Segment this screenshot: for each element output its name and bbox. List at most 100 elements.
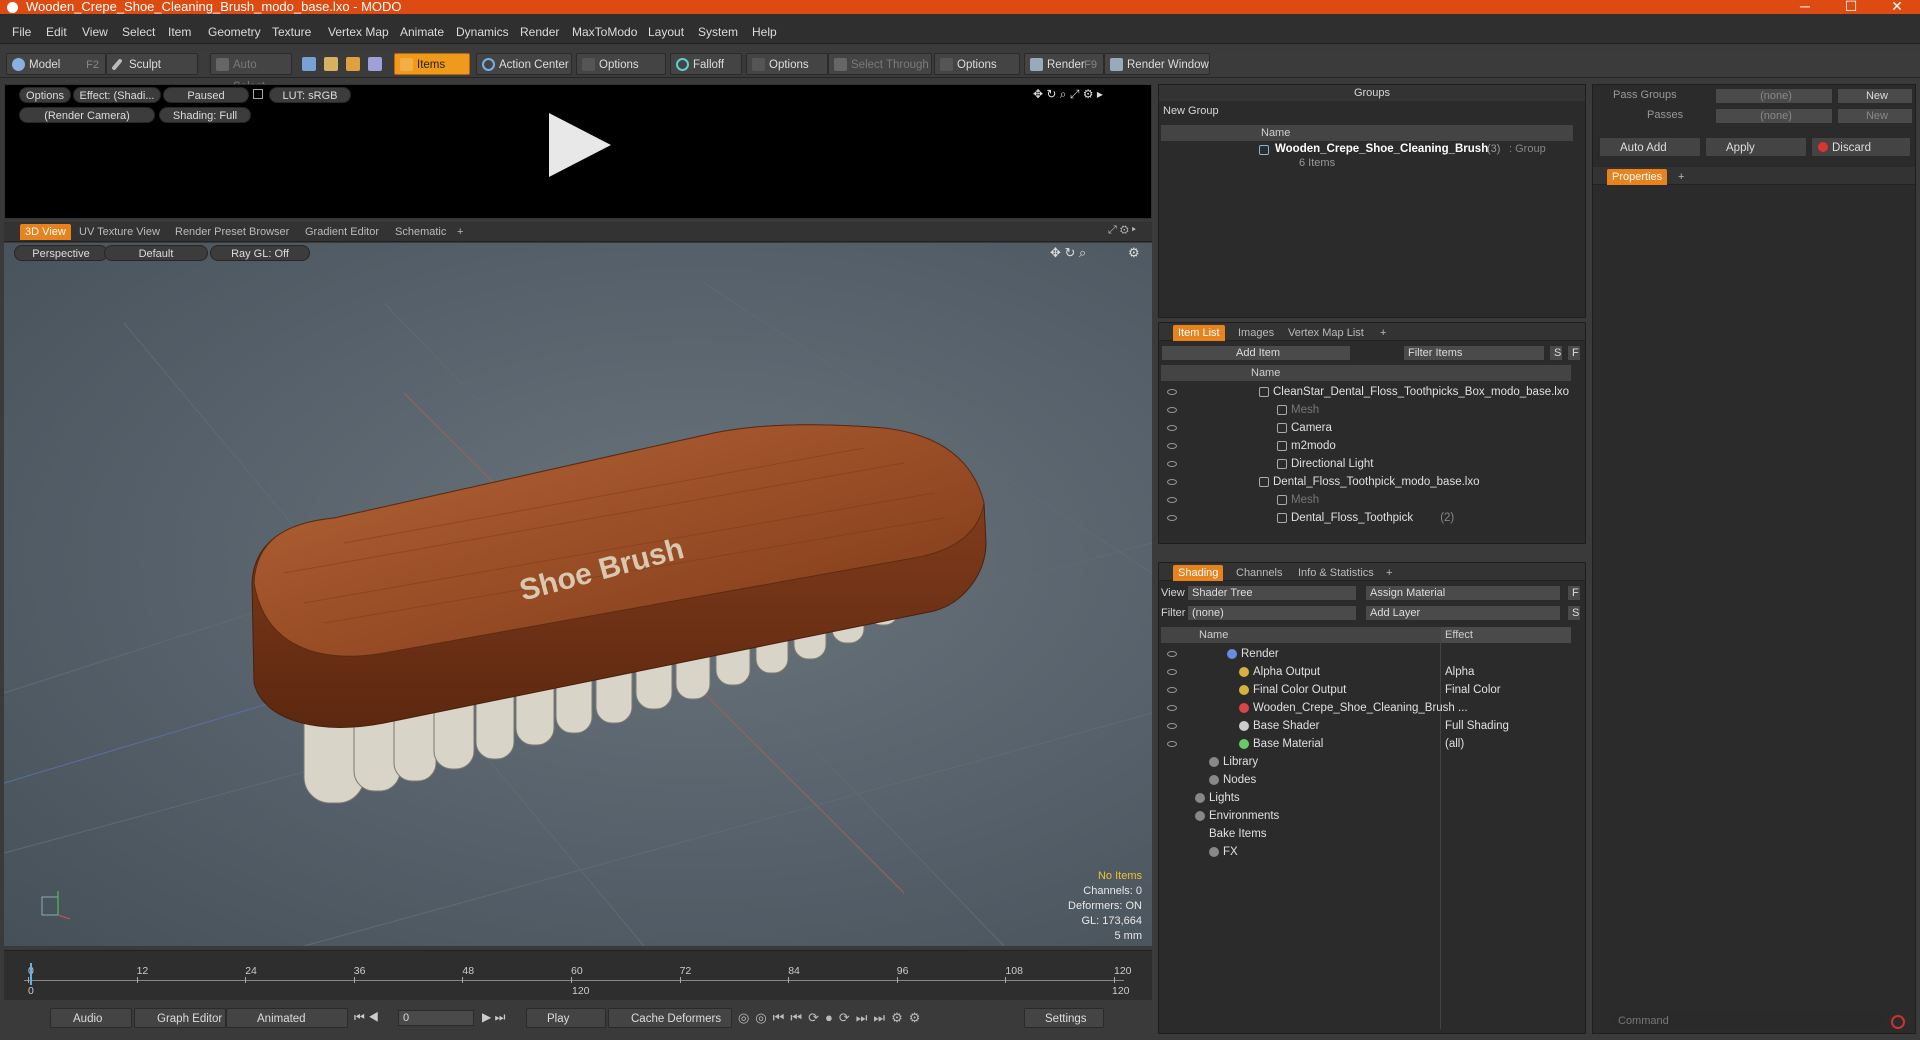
group-row[interactable]: Wooden_Crepe_Shoe_Cleaning_Brush (3) : G… — [1259, 143, 1569, 173]
passes-dropdown[interactable]: (none) — [1715, 108, 1833, 124]
preview-view-controls[interactable]: ✥ ↻ ⌕ ⤢ ⚙ ▸ — [1033, 87, 1145, 101]
items-mode-button[interactable]: Items — [394, 53, 470, 75]
menu-select[interactable]: Select — [122, 25, 155, 39]
minimize-button[interactable]: ─ — [1782, 0, 1828, 14]
filter-s-button[interactable]: S — [1549, 345, 1563, 361]
shader-tree-row[interactable]: Alpha Output Alpha — [1159, 663, 1579, 681]
menu-system[interactable]: System — [698, 25, 738, 39]
visibility-eye-icon[interactable] — [1167, 515, 1177, 521]
shader-layer-effect[interactable]: Alpha — [1445, 663, 1474, 681]
pass-groups-dropdown[interactable]: (none) — [1715, 88, 1833, 104]
cache-deformers-button[interactable]: Cache Deformers — [608, 1008, 732, 1028]
tab-gradient-editor[interactable]: Gradient Editor — [300, 224, 384, 240]
visibility-eye-icon[interactable] — [1167, 479, 1177, 485]
visibility-eye-icon[interactable] — [1167, 497, 1177, 503]
menu-file[interactable]: File — [12, 25, 31, 39]
shader-tree-row[interactable]: Lights — [1159, 789, 1579, 807]
frame-field[interactable]: 0 — [398, 1010, 474, 1026]
shading-filter-dropdown[interactable]: (none) — [1187, 605, 1357, 621]
add-tab-button[interactable]: + — [1375, 325, 1391, 341]
shader-tree-row[interactable]: Bake Items — [1159, 825, 1579, 843]
new-group-button[interactable]: New Group — [1163, 105, 1219, 117]
shader-tree-row[interactable]: Environments — [1159, 807, 1579, 825]
raygl-dropdown[interactable]: Ray GL: Off — [210, 245, 310, 261]
visibility-eye-icon[interactable] — [1167, 461, 1177, 467]
auto-select-button[interactable]: Auto Select — [210, 53, 292, 93]
3d-viewport[interactable]: Perspective Default Ray GL: Off ✥ ↻ ⌕ ⚙ — [4, 243, 1152, 946]
close-button[interactable]: ✕ — [1874, 0, 1920, 14]
default-dropdown[interactable]: Default — [104, 245, 208, 261]
shader-layer-effect[interactable]: Final Color — [1445, 681, 1501, 699]
transport-forward-icons[interactable]: ▶ ⏭ — [482, 1010, 505, 1025]
select-through-button[interactable]: Select Through — [828, 53, 932, 75]
tab-uv-texture-view[interactable]: UV Texture View — [74, 224, 165, 240]
add-tab-button[interactable]: + — [1381, 565, 1397, 581]
new-pass-group-button[interactable]: New — [1837, 88, 1913, 104]
shader-tree-row[interactable]: FX — [1159, 843, 1579, 861]
command-input[interactable]: Command — [1613, 1013, 1885, 1029]
maximize-button[interactable]: ☐ — [1828, 0, 1874, 14]
shader-tree-row[interactable]: Base Material (all) — [1159, 735, 1579, 753]
materials-mode-icon[interactable] — [368, 57, 382, 71]
edges-mode-icon[interactable] — [324, 57, 338, 71]
render-camera-dropdown[interactable]: (Render Camera) — [19, 107, 155, 123]
transport-back-icons[interactable]: ⏮ ◀ — [354, 1010, 379, 1025]
item-list-row[interactable]: Dental_Floss_Toothpick_modo_base.lxo — [1159, 473, 1569, 491]
preview-pause-button[interactable]: Paused — [163, 87, 249, 103]
visibility-eye-icon[interactable] — [1167, 723, 1177, 729]
add-tab-button[interactable]: + — [452, 224, 468, 240]
shader-tree-dropdown[interactable]: Shader Tree — [1187, 585, 1357, 601]
menu-animate[interactable]: Animate — [400, 25, 444, 39]
discard-button[interactable]: Discard — [1811, 137, 1911, 157]
shader-tree-row[interactable]: Nodes — [1159, 771, 1579, 789]
assign-material-button[interactable]: Assign Material — [1365, 585, 1561, 601]
menu-vertex-map[interactable]: Vertex Map — [328, 25, 389, 39]
item-list-row[interactable]: Camera — [1159, 419, 1569, 437]
preview-effect-dropdown[interactable]: Effect: (Shadi... — [73, 87, 161, 103]
tab-schematic[interactable]: Schematic — [390, 224, 451, 240]
select-through-options-button[interactable]: Options — [934, 53, 1020, 75]
command-stop-icon[interactable] — [1891, 1015, 1905, 1029]
tab-properties[interactable]: Properties — [1607, 169, 1668, 185]
shader-tree-row[interactable]: Render — [1159, 645, 1579, 663]
play-button[interactable]: Play — [526, 1008, 606, 1028]
vertices-mode-icon[interactable] — [302, 57, 316, 71]
sculpt-mode-button[interactable]: Sculpt — [106, 53, 198, 75]
viewport-settings-icon[interactable]: ⚙ — [1128, 245, 1140, 261]
visibility-eye-icon[interactable] — [1167, 651, 1177, 657]
menu-edit[interactable]: Edit — [46, 25, 67, 39]
model-mode-button[interactable]: Model F2 — [6, 53, 106, 75]
visibility-eye-icon[interactable] — [1167, 741, 1177, 747]
item-list-row[interactable]: Mesh — [1159, 401, 1569, 419]
visibility-eye-icon[interactable] — [1167, 687, 1177, 693]
timeline[interactable]: 01224364860728496108120 0 120 120 — [4, 950, 1152, 1000]
add-layer-dropdown[interactable]: Add Layer — [1365, 605, 1561, 621]
tab-vertex-map-list[interactable]: Vertex Map List — [1283, 325, 1369, 341]
filter-f-button[interactable]: F — [1567, 345, 1581, 361]
menu-help[interactable]: Help — [752, 25, 777, 39]
item-list-row[interactable]: Mesh — [1159, 491, 1569, 509]
tab-render-preset-browser[interactable]: Render Preset Browser — [170, 224, 294, 240]
menu-geometry[interactable]: Geometry — [208, 25, 261, 39]
animated-dropdown[interactable]: Animated — [226, 1008, 348, 1028]
item-list-row[interactable]: Dental_Floss_Toothpick (2) — [1159, 509, 1569, 527]
tab-item-list[interactable]: Item List — [1173, 325, 1225, 341]
render-window-button[interactable]: Render Window — [1104, 53, 1210, 75]
visibility-eye-icon[interactable] — [1167, 425, 1177, 431]
perspective-dropdown[interactable]: Perspective — [14, 245, 108, 261]
shading-dropdown[interactable]: Shading: Full — [159, 107, 251, 123]
shader-tree-row[interactable]: Base Shader Full Shading — [1159, 717, 1579, 735]
menu-texture[interactable]: Texture — [272, 25, 311, 39]
polygons-mode-icon[interactable] — [346, 57, 360, 71]
graph-editor-button[interactable]: Graph Editor — [134, 1008, 226, 1028]
visibility-eye-icon[interactable] — [1167, 389, 1177, 395]
new-pass-button[interactable]: New — [1837, 108, 1913, 124]
menu-dynamics[interactable]: Dynamics — [456, 25, 509, 39]
audio-button[interactable]: Audio — [50, 1008, 132, 1028]
menu-layout[interactable]: Layout — [648, 25, 684, 39]
render-button[interactable]: Render F9 — [1024, 53, 1104, 75]
tab-shading[interactable]: Shading — [1173, 565, 1224, 581]
shader-tree-row[interactable]: Library — [1159, 753, 1579, 771]
shading-f-button[interactable]: F — [1567, 585, 1581, 601]
shading-s-button[interactable]: S — [1567, 605, 1581, 621]
